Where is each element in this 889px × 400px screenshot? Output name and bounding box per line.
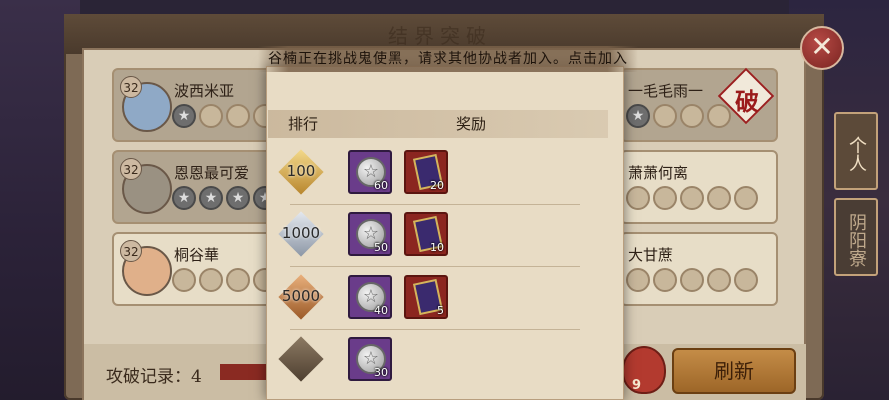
level-badge: 32: [120, 76, 142, 98]
star-slot-icon: ★: [226, 186, 250, 210]
item-quantity: 5: [437, 304, 444, 317]
star-coin-icon[interactable]: ☆ 50: [348, 212, 392, 256]
break-record: 攻破记录：4: [106, 367, 202, 387]
tab-personal[interactable]: 个人: [834, 112, 878, 190]
star-slot-icon: ★: [626, 104, 650, 128]
player-name: 波西米亚: [174, 82, 235, 100]
empty-slot: [707, 186, 731, 210]
empty-slot: [707, 268, 731, 292]
empty-slot: [680, 186, 704, 210]
header-reward: 奖励: [456, 115, 487, 133]
item-quantity: 20: [430, 179, 444, 192]
rank-number: 5000: [281, 287, 321, 305]
star-coin-icon[interactable]: ☆ 40: [348, 275, 392, 319]
level-badge: 32: [120, 240, 142, 262]
entry-card[interactable]: 大甘蔗: [620, 232, 778, 306]
item-quantity: 50: [374, 241, 388, 254]
item-quantity: 10: [430, 241, 444, 254]
broken-label: 破: [735, 87, 759, 116]
entry-card[interactable]: 32 恩恩最可爱 ★ ★ ★ ★: [112, 150, 277, 224]
empty-slot: [734, 186, 758, 210]
entry-card[interactable]: 萧萧何离: [620, 150, 778, 224]
row-divider: [290, 329, 580, 330]
row-divider: [290, 204, 580, 205]
empty-slot: [172, 268, 196, 292]
item-quantity: 60: [374, 179, 388, 192]
header-rank: 排行: [288, 115, 319, 133]
player-name: 桐谷華: [174, 246, 220, 264]
daruma-count: 9: [632, 378, 642, 393]
item-quantity: 30: [374, 366, 388, 379]
player-name: 萧萧何离: [628, 164, 689, 182]
star-slot-icon: ★: [199, 186, 223, 210]
empty-slot: [653, 268, 677, 292]
close-icon[interactable]: ✕: [800, 26, 844, 70]
reward-header: [268, 110, 608, 138]
refresh-button[interactable]: 刷新: [672, 348, 796, 394]
empty-slot: [680, 268, 704, 292]
star-slot-icon: ★: [172, 186, 196, 210]
star-coin-icon[interactable]: ☆ 30: [348, 337, 392, 381]
empty-slot: [226, 268, 250, 292]
empty-slot: [226, 104, 250, 128]
star-slot-icon: ★: [172, 104, 196, 128]
empty-slot: [199, 268, 223, 292]
entry-card[interactable]: 32 波西米亚 ★: [112, 68, 277, 142]
player-name: 大甘蔗: [628, 246, 674, 264]
empty-slot: [626, 186, 650, 210]
empty-slot: [653, 186, 677, 210]
empty-slot: [680, 104, 704, 128]
scroll-book-icon[interactable]: 10: [404, 212, 448, 256]
empty-slot: [653, 104, 677, 128]
rank-number: 1000: [281, 224, 321, 242]
player-name: 一毛毛雨一: [628, 82, 704, 100]
daruma-icon: [622, 346, 666, 394]
entry-card[interactable]: 32 桐谷華: [112, 232, 277, 306]
empty-slot: [199, 104, 223, 128]
scroll-book-icon[interactable]: 20: [404, 150, 448, 194]
player-name: 恩恩最可爱: [174, 164, 250, 182]
tab-yinyang[interactable]: 阴阳寮: [834, 198, 878, 276]
empty-slot: [626, 268, 650, 292]
row-divider: [290, 266, 580, 267]
rank-number: 100: [286, 162, 316, 180]
empty-slot: [707, 104, 731, 128]
assist-notice[interactable]: 谷楠正在挑战鬼使黑，请求其他协战者加入。点击加入: [258, 46, 638, 72]
star-coin-icon[interactable]: ☆ 60: [348, 150, 392, 194]
item-quantity: 40: [374, 304, 388, 317]
scroll-book-icon[interactable]: 5: [404, 275, 448, 319]
empty-slot: [734, 268, 758, 292]
level-badge: 32: [120, 158, 142, 180]
record-progress-bar: [220, 364, 268, 380]
